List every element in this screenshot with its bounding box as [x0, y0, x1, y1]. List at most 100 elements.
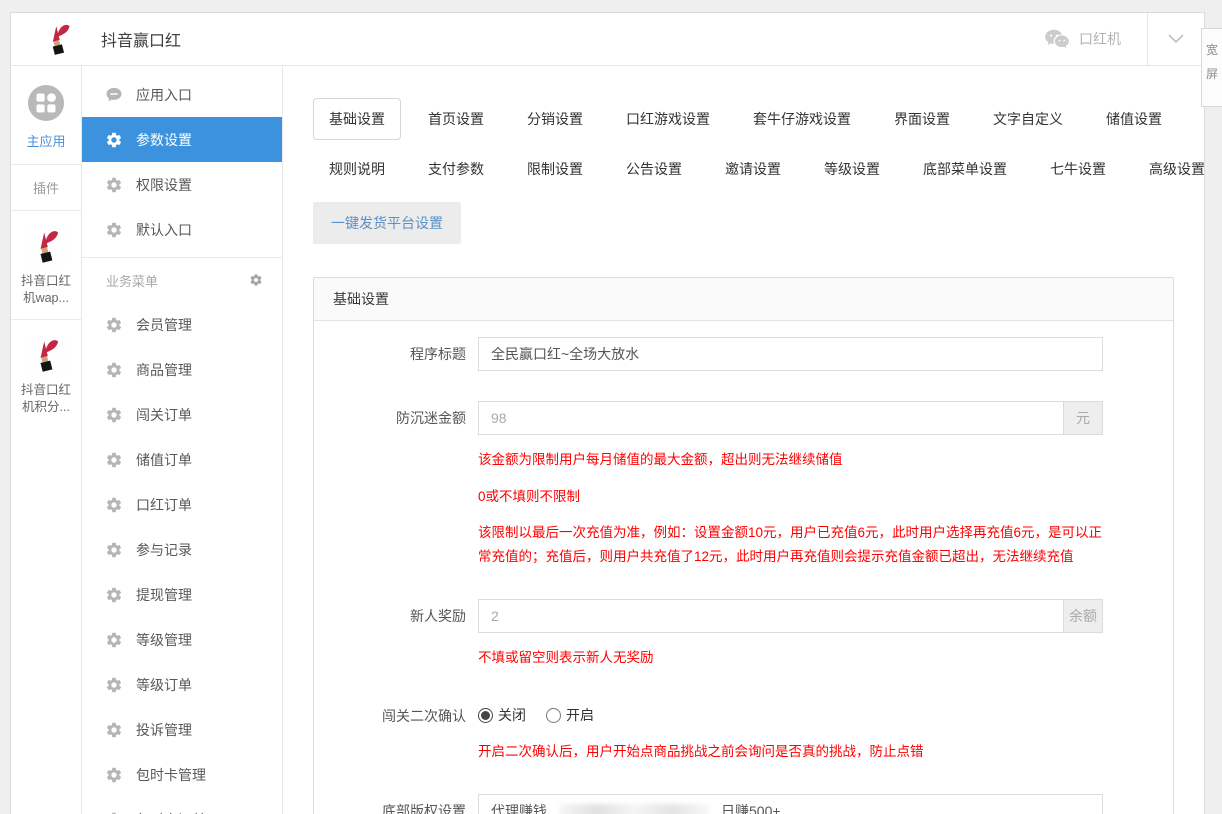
field-footer-copyright: 底部版权设置 代理赚钱日赚500+ 显示在首页和我的页面: [314, 794, 1173, 814]
menu-item[interactable]: 应用入口: [82, 72, 282, 117]
field-newcomer-reward: 新人奖励 2 余额 不填或留空则表示新人无奖励: [314, 599, 1173, 670]
redacted-blur: [559, 804, 709, 814]
panel-body: 程序标题 全民赢口红~全场大放水 防沉迷金额 98: [314, 321, 1173, 814]
field-label: 防沉迷金额: [314, 401, 478, 569]
tab[interactable]: 口红游戏设置: [610, 98, 726, 140]
tab[interactable]: 分销设置: [511, 98, 599, 140]
chat-icon: [105, 86, 123, 104]
program-title-input[interactable]: 全民赢口红~全场大放水: [478, 337, 1103, 371]
menu-item[interactable]: 提现管理: [82, 572, 282, 617]
app-header: 抖音赢口红 口红机: [11, 13, 1204, 66]
tabs-row-2: 规则说明支付参数限制设置公告设置邀请设置等级设置底部菜单设置七牛设置高级设置: [313, 148, 1174, 190]
field-challenge-confirm: 闯关二次确认 关闭 开启: [314, 699, 1173, 764]
tab[interactable]: 文字自定义: [977, 98, 1079, 140]
help-text: 0或不填则不限制: [478, 485, 1103, 509]
menu-item[interactable]: 口红订单: [82, 482, 282, 527]
tab[interactable]: 支付参数: [412, 148, 500, 190]
help-text: 该金额为限制用户每月储值的最大金额，超出则无法继续储值: [478, 448, 1103, 472]
tab[interactable]: 底部菜单设置: [907, 148, 1023, 190]
challenge-confirm-radio-group: 关闭 开启: [478, 703, 1103, 727]
gear-icon: [105, 451, 123, 469]
menu-item[interactable]: 参数设置: [82, 117, 282, 162]
radio-option-open[interactable]: 开启: [546, 705, 594, 725]
gear-icon[interactable]: [249, 273, 263, 287]
tab[interactable]: 邀请设置: [709, 148, 797, 190]
menu-item[interactable]: 投诉管理: [82, 707, 282, 752]
field-label: 新人奖励: [314, 599, 478, 670]
gear-icon: [105, 361, 123, 379]
wechat-icon: [1044, 28, 1070, 50]
grid-icon: [27, 84, 65, 122]
app-window: 抖音赢口红 口红机 主应用 插件: [10, 12, 1205, 814]
tab[interactable]: 高级设置: [1133, 148, 1204, 190]
tab[interactable]: 规则说明: [313, 148, 401, 190]
field-anti-addiction-amount: 防沉迷金额 98 元 该金额为限制用户每月储值的最大金额，超出则无法继续储值 0…: [314, 401, 1173, 569]
gear-icon: [105, 586, 123, 604]
gear-icon: [105, 541, 123, 559]
tab[interactable]: 基础设置: [313, 98, 401, 140]
tab[interactable]: 首页设置: [412, 98, 500, 140]
tab[interactable]: 界面设置: [878, 98, 966, 140]
main-content: 基础设置首页设置分销设置口红游戏设置套牛仔游戏设置界面设置文字自定义储值设置 规…: [283, 66, 1204, 814]
gear-icon: [105, 131, 123, 149]
radio-close-input[interactable]: [478, 708, 493, 723]
gear-icon: [105, 766, 123, 784]
collapse-header-button[interactable]: [1148, 13, 1204, 65]
tab-one-click-shipping[interactable]: 一键发货平台设置: [313, 202, 461, 244]
menu-item[interactable]: 闯关订单: [82, 392, 282, 437]
plugin-list: 抖音口红 机wap... 抖音口红 机积分...: [11, 210, 81, 428]
input-value: 98: [479, 402, 1063, 434]
tabs-row-1: 基础设置首页设置分销设置口红游戏设置套牛仔游戏设置界面设置文字自定义储值设置: [313, 98, 1174, 140]
tab[interactable]: 套牛仔游戏设置: [737, 98, 867, 140]
radio-option-close[interactable]: 关闭: [478, 705, 526, 725]
rail-item-main-app[interactable]: 主应用: [11, 66, 81, 164]
input-value: 2: [479, 600, 1063, 632]
input-addon-balance: 余额: [1063, 600, 1102, 632]
app-title: 抖音赢口红: [101, 27, 181, 51]
help-text: 不填或留空则表示新人无奖励: [478, 646, 1103, 670]
plugin-item[interactable]: 抖音口红 机积分...: [11, 319, 81, 428]
anti-addiction-input[interactable]: 98 元: [478, 401, 1103, 435]
gear-icon: [105, 811, 123, 814]
widescreen-toggle[interactable]: 宽屏: [1201, 28, 1222, 107]
menu-item[interactable]: 权限设置: [82, 162, 282, 207]
menu-item[interactable]: 包时卡管理: [82, 752, 282, 797]
menu-item[interactable]: 默认入口: [82, 207, 282, 252]
field-label: 程序标题: [314, 337, 478, 371]
gear-icon: [105, 221, 123, 239]
menu-item[interactable]: 会员管理: [82, 302, 282, 347]
newcomer-reward-input[interactable]: 2 余额: [478, 599, 1103, 633]
tab[interactable]: 储值设置: [1090, 98, 1178, 140]
plugins-header: 插件: [11, 164, 81, 210]
footer-copyright-input[interactable]: 代理赚钱日赚500+: [478, 794, 1103, 814]
menu-item[interactable]: 包时卡订单: [82, 797, 282, 814]
tab[interactable]: 限制设置: [511, 148, 599, 190]
input-value: 代理赚钱日赚500+: [479, 795, 1102, 814]
gear-icon: [105, 316, 123, 334]
panel-title: 基础设置: [314, 278, 1173, 321]
business-menu-section: 业务菜单: [82, 257, 282, 302]
menu-business-list: 会员管理 商品管理 闯关订单 储值订单 口红订单: [82, 302, 282, 814]
menu-item[interactable]: 等级订单: [82, 662, 282, 707]
menu-top-list: 应用入口 参数设置 权限设置 默认入口: [82, 72, 282, 252]
gear-icon: [105, 721, 123, 739]
plugin-item[interactable]: 抖音口红 机wap...: [11, 210, 81, 319]
tab[interactable]: 七牛设置: [1034, 148, 1122, 190]
tab[interactable]: 公告设置: [610, 148, 698, 190]
menu-item[interactable]: 参与记录: [82, 527, 282, 572]
account-name: 口红机: [1079, 29, 1121, 49]
gear-icon: [105, 631, 123, 649]
app-rail: 主应用 插件 抖音口红 机wap... 抖音口红 机积分...: [11, 66, 82, 814]
gear-icon: [105, 676, 123, 694]
main-app-label: 主应用: [11, 131, 81, 150]
menu-item[interactable]: 储值订单: [82, 437, 282, 482]
menu-item[interactable]: 等级管理: [82, 617, 282, 662]
chevron-down-icon: [1168, 34, 1184, 44]
tab[interactable]: 等级设置: [808, 148, 896, 190]
menu-item[interactable]: 商品管理: [82, 347, 282, 392]
field-label: 底部版权设置: [314, 794, 478, 814]
widescreen-label: 宽屏: [1206, 38, 1220, 86]
radio-open-input[interactable]: [546, 708, 561, 723]
gear-icon: [105, 406, 123, 424]
gear-icon: [105, 176, 123, 194]
